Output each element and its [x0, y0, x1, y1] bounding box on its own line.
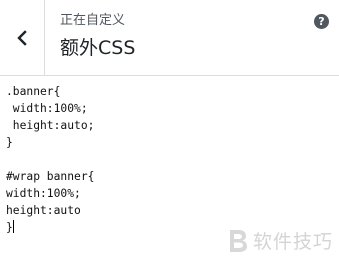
- panel-title-zh: 额外: [60, 37, 99, 59]
- panel-titles: 正在自定义 额外CSS: [60, 12, 135, 60]
- watermark: 软件技巧: [227, 227, 333, 254]
- code-line: width:100%;: [6, 102, 88, 115]
- code-line: height:auto;: [6, 119, 95, 132]
- code-line: .banner{: [6, 85, 61, 98]
- panel-title-en: CSS: [98, 37, 136, 59]
- css-editor[interactable]: .banner{ width:100%; height:auto; } #wra…: [0, 76, 339, 262]
- code-area[interactable]: .banner{ width:100%; height:auto; } #wra…: [0, 76, 339, 236]
- code-line: }: [6, 136, 13, 149]
- chevron-left-icon: [17, 29, 27, 46]
- panel-header: 正在自定义 额外CSS ?: [0, 0, 339, 76]
- code-line-text: }: [6, 221, 13, 234]
- code-line: height:auto: [6, 204, 81, 217]
- code-line: width:100%;: [6, 187, 81, 200]
- panel-subtitle: 正在自定义: [60, 13, 126, 28]
- text-caret: [12, 220, 14, 233]
- customizer-panel: 正在自定义 额外CSS ? .banner{ width:100%; heigh…: [0, 0, 339, 262]
- panel-title: 额外CSS: [60, 36, 135, 60]
- back-button[interactable]: [0, 0, 45, 75]
- help-button[interactable]: ?: [314, 14, 329, 29]
- code-line: #wrap banner{: [6, 170, 95, 183]
- watermark-text: 软件技巧: [252, 231, 333, 253]
- watermark-logo-icon: [229, 229, 247, 252]
- question-circle-icon: ?: [318, 15, 325, 28]
